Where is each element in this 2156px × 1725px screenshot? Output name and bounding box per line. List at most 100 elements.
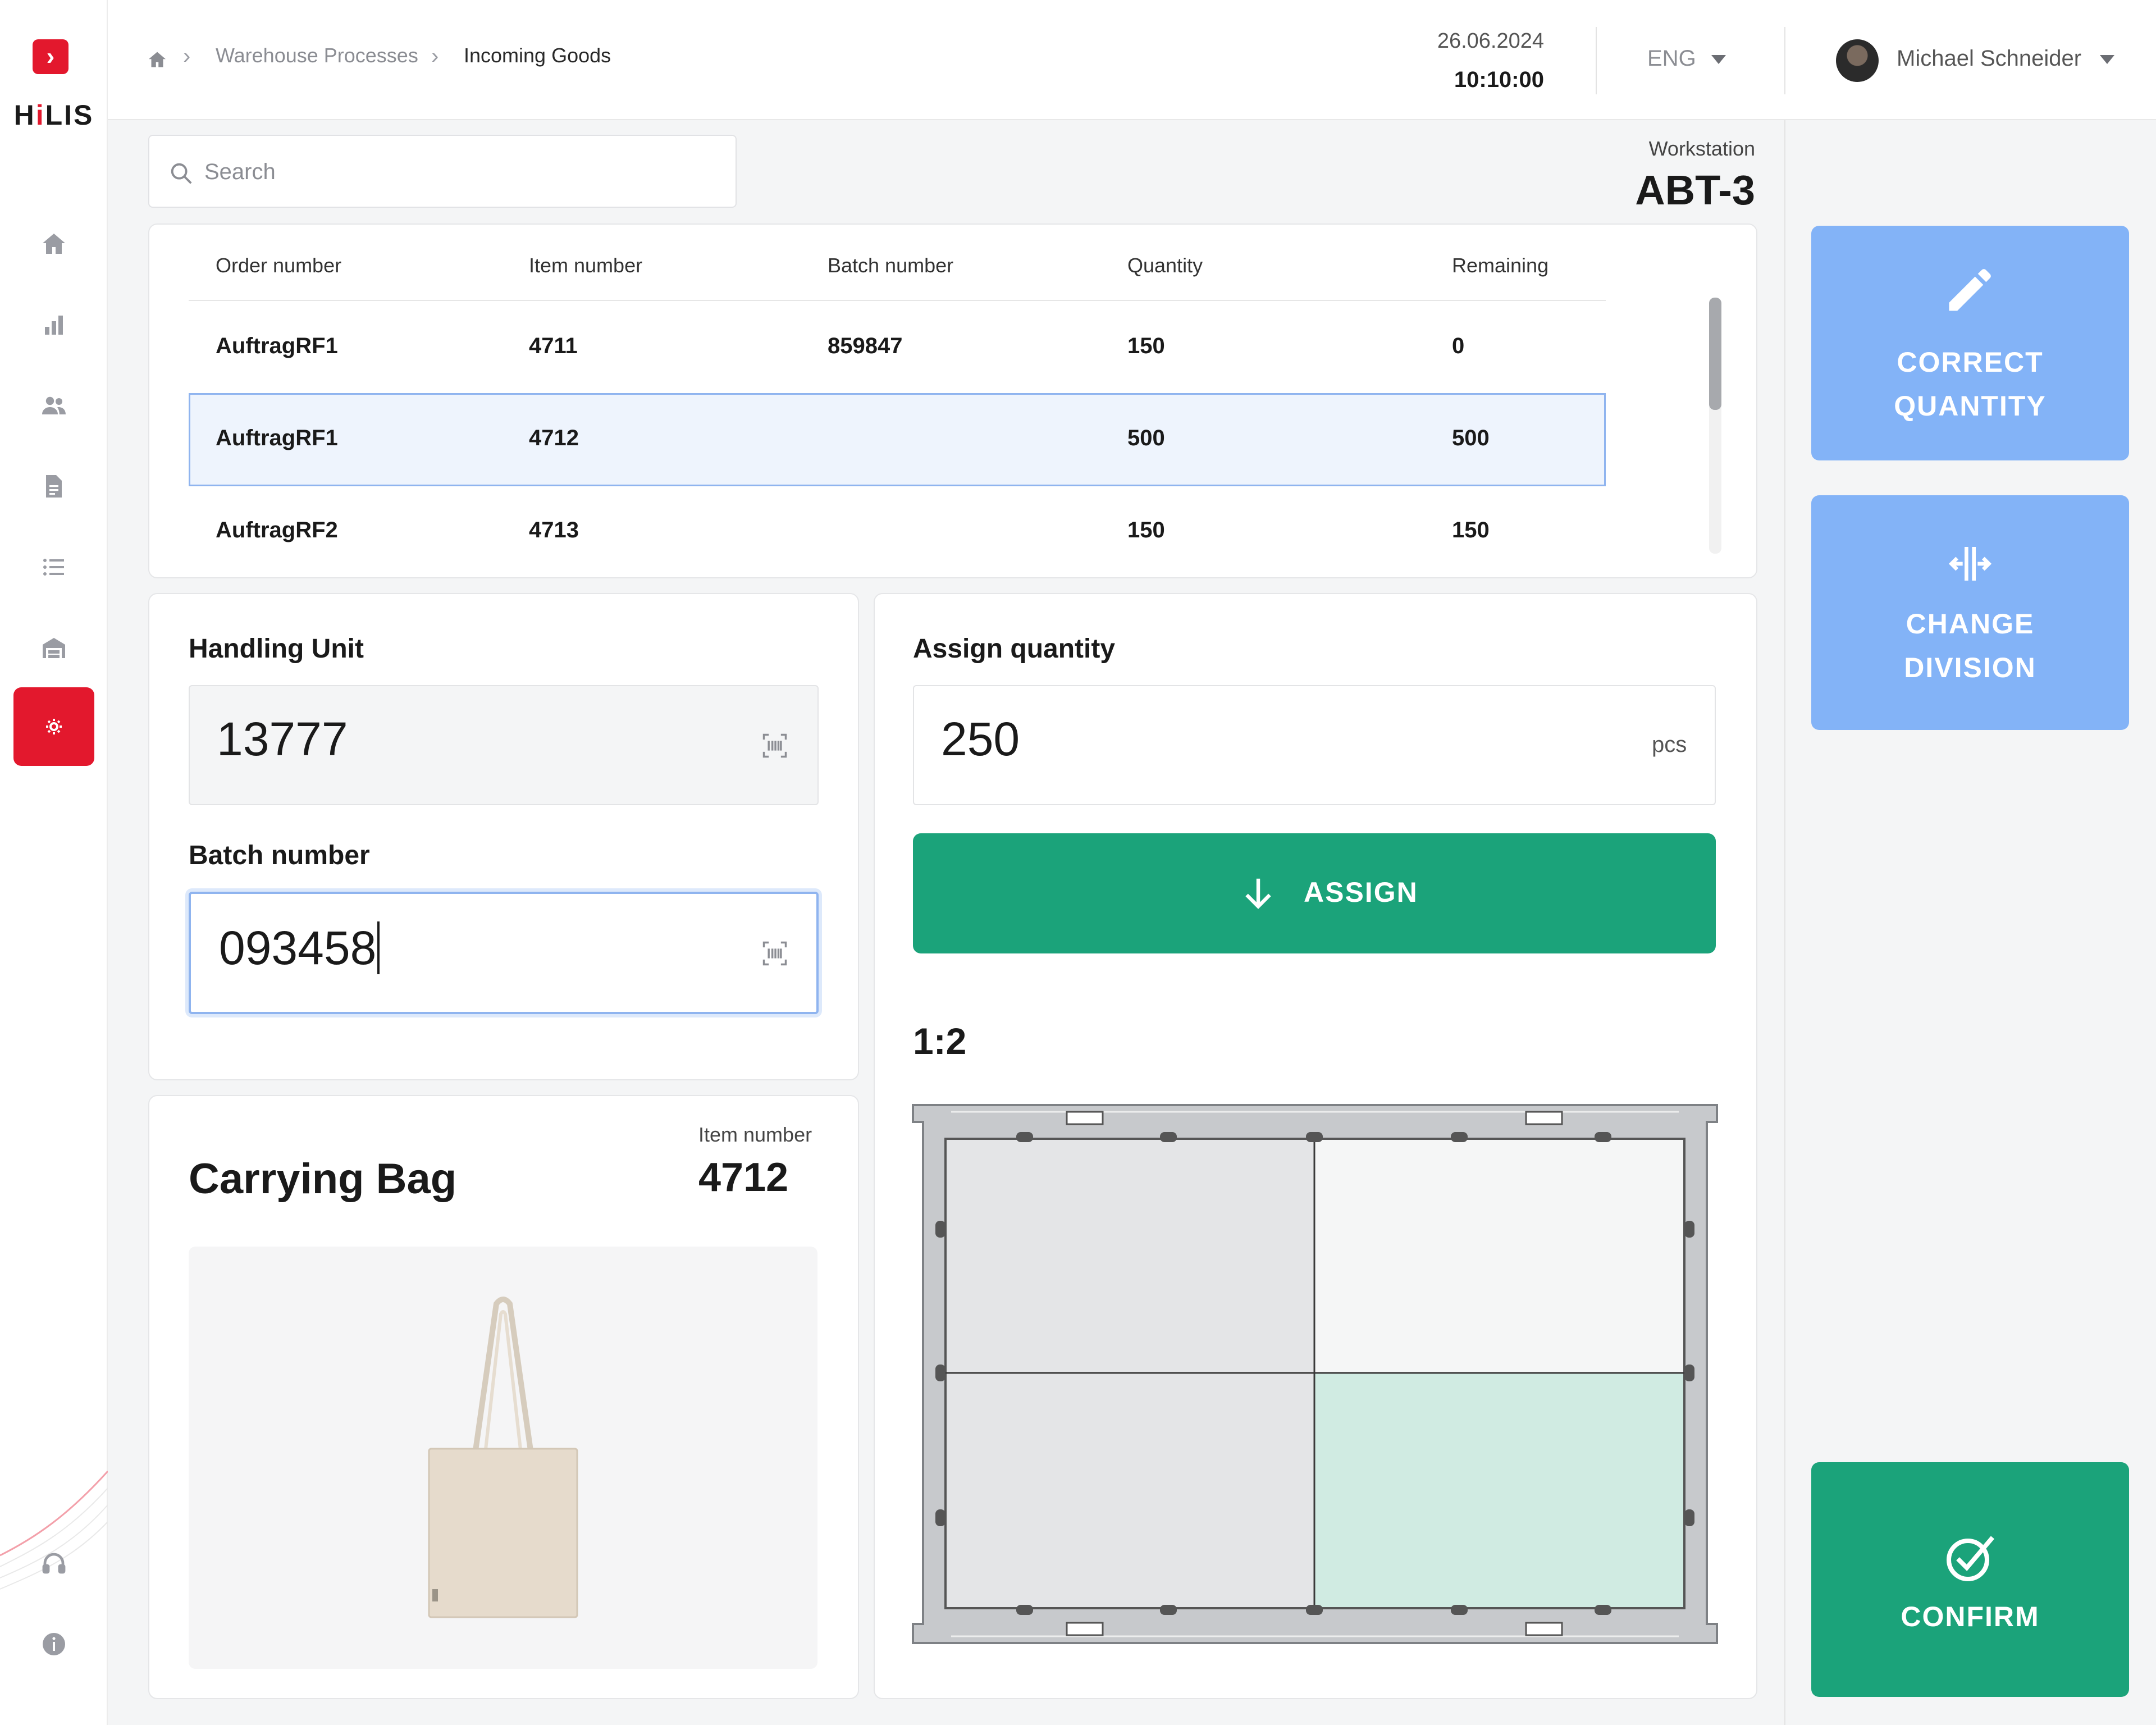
user-name[interactable]: Michael Schneider: [1897, 46, 2081, 71]
assign-button[interactable]: ASSIGN: [913, 833, 1716, 953]
barcode-scan-icon[interactable]: [760, 939, 789, 968]
change-division-line1: CHANGE: [1906, 608, 2035, 640]
cell-batch-number: 859847: [828, 334, 903, 358]
product-name: Carrying Bag: [189, 1155, 457, 1203]
compartment-3[interactable]: [947, 1373, 1314, 1607]
divider: [1784, 120, 1785, 1725]
process-gear-icon: [46, 719, 62, 734]
barcode-scan-icon[interactable]: [760, 731, 789, 760]
table-row[interactable]: AuftragRF1 4711 859847 150 0: [189, 301, 1606, 394]
bar-chart-icon: [45, 316, 63, 335]
breadcrumb-chevron-icon: ›: [183, 44, 191, 69]
cell-remaining: 0: [1452, 334, 1465, 358]
product-item-number-label: Item number: [698, 1123, 812, 1146]
divider: [1784, 27, 1785, 94]
workstation-value: ABT-3: [1635, 167, 1755, 213]
cell-order-number: AuftragRF1: [216, 334, 338, 358]
handling-unit-field[interactable]: 13777: [189, 685, 819, 805]
check-circle-icon: [1947, 1536, 1995, 1581]
handling-unit-label: Handling Unit: [189, 634, 364, 664]
correct-quantity-line1: CORRECT: [1897, 346, 2044, 378]
cell-remaining: 500: [1452, 426, 1490, 450]
cell-quantity: 150: [1127, 334, 1165, 358]
sidebar-item-support[interactable]: [13, 1524, 94, 1603]
cell-item-number: 4711: [529, 334, 578, 358]
column-header-quantity[interactable]: Quantity: [1127, 254, 1203, 277]
headset-icon: [42, 1553, 66, 1574]
table-scrollbar-thumb[interactable]: [1709, 298, 1721, 410]
batch-number-label: Batch number: [189, 841, 370, 870]
batch-number-field[interactable]: 093458: [189, 892, 819, 1014]
cell-order-number: AuftragRF2: [216, 518, 338, 542]
cell-quantity: 500: [1127, 426, 1165, 450]
home-icon: [43, 234, 65, 254]
search-box: [148, 135, 737, 208]
table-row-selected[interactable]: AuftragRF1 4712 500 500: [189, 393, 1606, 486]
sidebar: › HiLIS: [0, 0, 108, 1725]
confirm-button[interactable]: CONFIRM: [1811, 1462, 2129, 1697]
current-time: 10:10:00: [1454, 67, 1544, 92]
column-header-item-number[interactable]: Item number: [529, 254, 642, 277]
sidebar-item-analytics[interactable]: [13, 285, 94, 364]
sidebar-item-info[interactable]: [13, 1605, 94, 1683]
assign-quantity-value: 250: [941, 713, 1020, 765]
batch-number-value: 093458: [219, 921, 380, 975]
correct-quantity-button[interactable]: CORRECT QUANTITY: [1811, 226, 2129, 460]
change-division-line2: DIVISION: [1904, 652, 2036, 683]
sidebar-item-warehouse[interactable]: [13, 609, 94, 687]
compartment-4-highlighted[interactable]: [1315, 1373, 1683, 1607]
sidebar-item-documents[interactable]: [13, 447, 94, 526]
avatar[interactable]: [1836, 39, 1879, 82]
product-item-number: 4712: [698, 1155, 789, 1200]
table-row[interactable]: AuftragRF2 4713 150 150: [189, 485, 1606, 553]
arrow-down-icon: [1245, 878, 1271, 909]
assign-button-label: ASSIGN: [1304, 877, 1418, 908]
document-icon: [46, 475, 62, 498]
correct-quantity-line2: QUANTITY: [1894, 390, 2047, 422]
search-icon: [171, 163, 192, 184]
tote-bag-icon: [428, 1297, 578, 1618]
compartment-2[interactable]: [1315, 1140, 1683, 1372]
column-header-remaining[interactable]: Remaining: [1452, 254, 1549, 277]
breadcrumb-chevron-icon: ›: [431, 44, 439, 69]
column-header-order-number[interactable]: Order number: [216, 254, 341, 277]
brand-name: HiLIS: [13, 99, 94, 131]
cell-remaining: 150: [1452, 518, 1490, 542]
warehouse-icon: [43, 638, 65, 658]
confirm-button-label: CONFIRM: [1901, 1601, 2040, 1632]
user-menu-chevron-down-icon[interactable]: [2100, 55, 2114, 64]
product-image: [189, 1247, 817, 1669]
sidebar-item-processes[interactable]: [13, 687, 94, 766]
info-icon: [43, 1633, 65, 1655]
language-selector[interactable]: ENG: [1647, 46, 1696, 71]
breadcrumb-incoming-goods: Incoming Goods: [464, 44, 611, 67]
app-logo-icon[interactable]: ›: [33, 39, 68, 74]
breadcrumb-warehouse-processes[interactable]: Warehouse Processes: [216, 44, 418, 67]
handling-unit-value: 13777: [217, 713, 348, 765]
sidebar-item-users[interactable]: [13, 366, 94, 445]
compartment-1[interactable]: [947, 1140, 1314, 1372]
quantity-unit: pcs: [1652, 732, 1687, 757]
pencil-icon: [1949, 269, 1991, 311]
users-icon: [42, 396, 66, 414]
cell-quantity: 150: [1127, 518, 1165, 542]
change-division-button[interactable]: CHANGE DIVISION: [1811, 495, 2129, 730]
current-date: 26.06.2024: [1437, 29, 1544, 53]
sidebar-item-list[interactable]: [13, 528, 94, 606]
sidebar-item-home[interactable]: [13, 204, 94, 283]
workstation-label: Workstation: [1648, 137, 1755, 160]
language-chevron-down-icon[interactable]: [1711, 55, 1726, 64]
breadcrumb-home-icon[interactable]: [147, 49, 167, 70]
list-icon: [43, 559, 64, 576]
cell-order-number: AuftragRF1: [216, 426, 338, 450]
column-header-batch-number[interactable]: Batch number: [828, 254, 953, 277]
cell-item-number: 4712: [529, 426, 579, 450]
split-arrows-icon: [1948, 547, 1992, 581]
search-input[interactable]: [203, 147, 711, 197]
container-division-diagram: [912, 1104, 1718, 1644]
division-ratio: 1:2: [913, 1020, 967, 1062]
divider: [1596, 27, 1597, 94]
assign-quantity-field[interactable]: 250 pcs: [913, 685, 1716, 805]
cell-item-number: 4713: [529, 518, 579, 542]
assign-quantity-label: Assign quantity: [913, 634, 1116, 664]
